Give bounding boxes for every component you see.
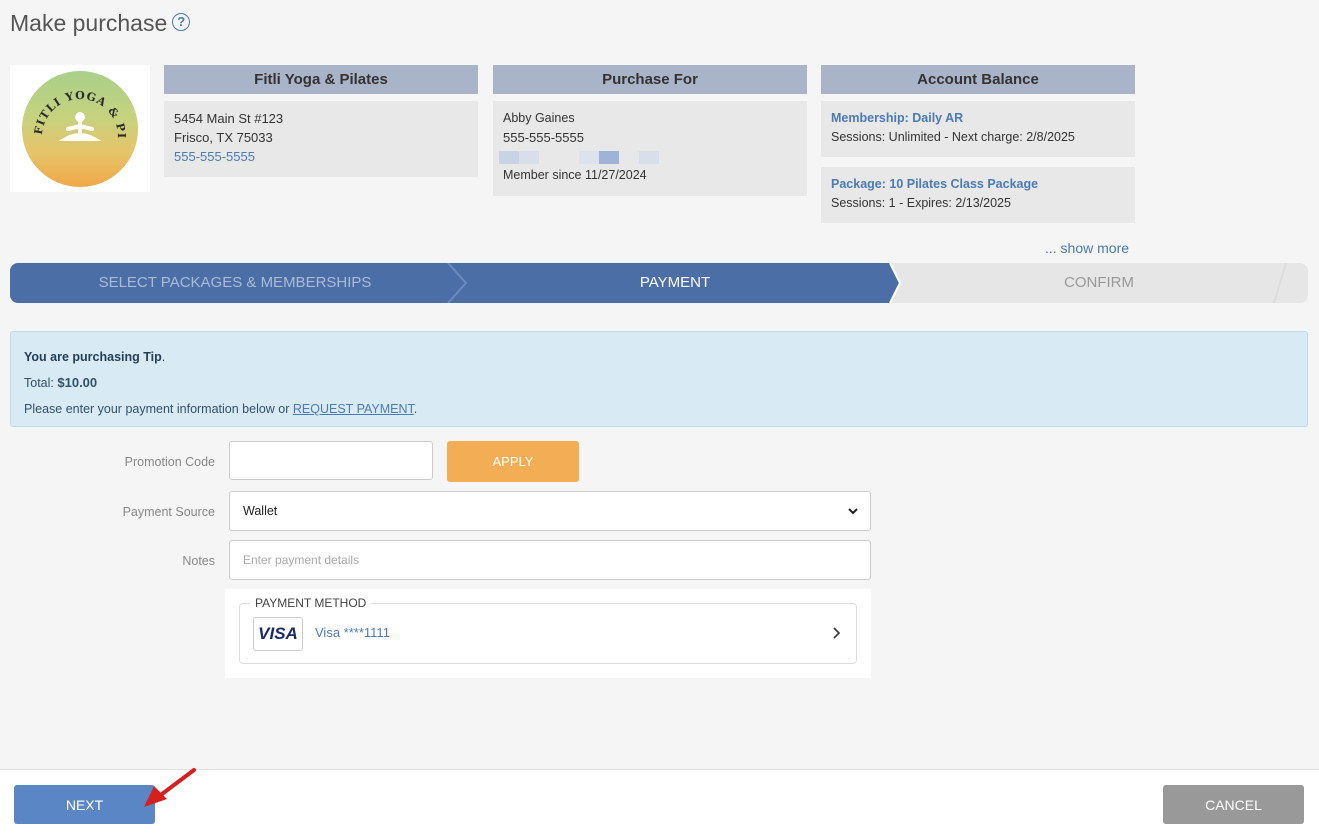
chevron-down-icon — [848, 508, 858, 515]
purchase-info-alert: You are purchasing Tip. Total: $10.00 Pl… — [10, 331, 1308, 427]
studio-details: 5454 Main St #123 Frisco, TX 75033 555-5… — [164, 101, 478, 177]
payment-method-section: PAYMENT METHOD VISA Visa ****1111 — [225, 589, 871, 678]
studio-address-line2: Frisco, TX 75033 — [174, 130, 273, 145]
promotion-code-label: Promotion Code — [124, 455, 215, 469]
help-icon[interactable]: ? — [172, 12, 191, 31]
step-payment: PAYMENT — [460, 263, 890, 303]
studio-info: Fitli Yoga & Pilates 5454 Main St #123 F… — [164, 65, 478, 177]
account-balance-info: Account Balance Membership: Daily AR Ses… — [821, 65, 1135, 223]
studio-logo-image: FITLI YOGA & PILATES — [22, 70, 138, 187]
payment-method-legend: PAYMENT METHOD — [250, 596, 372, 610]
page-title-text: Make purchase — [10, 10, 168, 36]
next-button[interactable]: NEXT — [14, 785, 155, 824]
cancel-button[interactable]: CANCEL — [1163, 785, 1304, 824]
visa-card-icon: VISA — [253, 617, 303, 651]
card-label: Visa ****1111 — [315, 625, 390, 640]
instructions-suffix: . — [413, 402, 418, 416]
show-more-link[interactable]: ... show more — [1045, 240, 1129, 256]
promotion-code-input[interactable] — [229, 441, 433, 480]
payment-source-label: Payment Source — [122, 505, 215, 519]
total-line: Total: $10.00 — [24, 370, 1294, 396]
logo-artwork: FITLI YOGA & PILATES — [22, 71, 127, 141]
payment-source-value: Wallet — [243, 504, 278, 518]
purchase-for-details: Abby Gaines 555-555-5555 Member since 11… — [493, 101, 807, 196]
redacted-email — [499, 151, 797, 164]
purchasing-text: You are purchasing Tip — [24, 350, 162, 364]
request-payment-link[interactable]: REQUEST PAYMENT — [293, 402, 414, 416]
studio-address-line1: 5454 Main St #123 — [174, 111, 284, 126]
balance-item-detail: Sessions: Unlimited - Next charge: 2/8/2… — [831, 130, 1075, 144]
notes-input[interactable]: Enter payment details — [229, 540, 871, 580]
customer-name: Abby Gaines — [503, 111, 575, 125]
member-since: Member since 11/27/2024 — [503, 168, 647, 182]
purchase-for-header: Purchase For — [493, 65, 807, 94]
card-brand: VISA — [258, 624, 298, 643]
red-arrow-icon — [144, 768, 196, 807]
balance-item-title[interactable]: Package: 10 Pilates Class Package — [831, 175, 1125, 194]
payment-method-card[interactable]: PAYMENT METHOD VISA Visa ****1111 — [239, 596, 857, 664]
instructions-line: Please enter your payment information be… — [24, 396, 1294, 422]
step-select-packages[interactable]: SELECT PACKAGES & MEMBERSHIPS — [10, 263, 460, 303]
studio-header: Fitli Yoga & Pilates — [164, 65, 478, 94]
total-value: $10.00 — [57, 375, 98, 390]
step-separator-icon — [447, 263, 468, 303]
total-label: Total: — [24, 376, 54, 390]
notes-placeholder: Enter payment details — [243, 553, 360, 567]
page-title: Make purchase ? — [10, 10, 191, 37]
customer-phone: 555-555-5555 — [503, 130, 584, 145]
purchase-for-info: Purchase For Abby Gaines 555-555-5555 Me… — [493, 65, 807, 196]
account-balance-header: Account Balance — [821, 65, 1135, 94]
apply-button[interactable]: APPLY — [447, 441, 579, 482]
balance-item-detail: Sessions: 1 - Expires: 2/13/2025 — [831, 196, 1011, 210]
notes-label: Notes — [182, 554, 215, 568]
studio-phone-link[interactable]: 555-555-5555 — [174, 147, 468, 166]
chevron-right-icon — [833, 627, 841, 639]
instructions-text: Please enter your payment information be… — [24, 402, 293, 416]
step-separator-icon — [1273, 263, 1287, 303]
balance-item: Membership: Daily AR Sessions: Unlimited… — [821, 101, 1135, 157]
step-progress-bar: SELECT PACKAGES & MEMBERSHIPS PAYMENT CO… — [10, 263, 1308, 303]
step-separator-icon — [880, 263, 902, 303]
purchasing-line: You are purchasing Tip. — [24, 350, 166, 364]
payment-source-select[interactable]: Wallet — [229, 491, 871, 531]
studio-logo: FITLI YOGA & PILATES — [10, 65, 150, 192]
balance-item-title[interactable]: Membership: Daily AR — [831, 109, 1125, 128]
balance-item: Package: 10 Pilates Class Package Sessio… — [821, 167, 1135, 223]
step-confirm: CONFIRM — [1064, 274, 1134, 291]
